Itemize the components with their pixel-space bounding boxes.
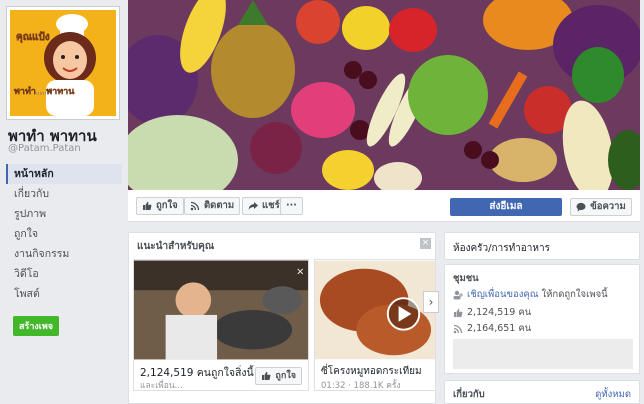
- logo-text-top: คุณแป้ง: [16, 31, 50, 43]
- video-title: ซี่โครงหมูทอดกระเทียม: [321, 366, 422, 377]
- svg-text:×: ×: [296, 266, 304, 277]
- suggested-video-card[interactable]: ซี่โครงหมูทอดกระเทียม 01:32 · 188.1K ครั…: [314, 259, 436, 391]
- page-nav: หน้าหลัก เกี่ยวกับ รูปภาพ ถูกใจ งานกิจกร…: [6, 164, 122, 304]
- nav-item-home[interactable]: หน้าหลัก: [6, 164, 122, 184]
- card-like-label: ถูกใจ: [275, 371, 296, 381]
- total-follows-line: 2,164,651 คน: [453, 321, 531, 336]
- total-likes: 2,124,519 คน: [467, 307, 532, 318]
- about-box: เกี่ยวกับ ดูทั้งหมด: [444, 380, 640, 404]
- see-all-link[interactable]: ดูทั้งหมด: [595, 387, 631, 402]
- chef-illustration: คุณแป้ง พาทำ...พาทาน: [10, 10, 116, 116]
- pork-ribs-photo: [315, 260, 435, 360]
- logo-text-bottom: พาทำ...พาทาน: [14, 86, 75, 97]
- share-label: แชร์: [262, 200, 280, 211]
- thumbs-up-icon: [142, 201, 152, 211]
- vegetables-image: [128, 0, 640, 190]
- thumbs-up-icon: [453, 308, 463, 318]
- share-arrow-icon: [248, 201, 258, 211]
- page-action-bar: ถูกใจ ติดตาม แชร์ ··· ส่งอีเมล ข้อความ: [128, 190, 640, 222]
- blurred-friends-avatars: [453, 339, 633, 369]
- next-arrow-icon[interactable]: ›: [423, 291, 439, 313]
- follow-label: ติดตาม: [204, 200, 235, 211]
- profile-logo: คุณแป้ง พาทำ...พาทาน: [10, 10, 116, 116]
- page-handle[interactable]: @Patam.Patan: [8, 143, 81, 154]
- close-icon[interactable]: ×: [420, 238, 431, 249]
- card-friends-text: และเพื่อน...: [140, 381, 183, 391]
- thumbs-up-icon: [261, 371, 271, 381]
- cooking-photo: ×: [134, 260, 308, 360]
- community-box: ชุมชน เชิญเพื่อนของคุณ ให้กดถูกใจเพจนี้ …: [444, 264, 640, 374]
- more-options-button[interactable]: ···: [280, 197, 303, 215]
- suggested-for-you-panel: แนะนำสำหรับคุณ × × 2,124,519 คนถูกใจสิ่ง…: [128, 232, 439, 404]
- message-bubble-icon: [576, 202, 586, 212]
- nav-item-posts[interactable]: โพสต์: [6, 284, 122, 304]
- suggested-title: แนะนำสำหรับคุณ: [137, 241, 215, 252]
- rss-icon: [190, 201, 200, 211]
- like-page-button[interactable]: ถูกใจ: [136, 197, 184, 215]
- cover-photo[interactable]: [128, 0, 640, 190]
- rss-icon: [453, 324, 463, 334]
- card-like-button[interactable]: ถูกใจ: [255, 367, 302, 385]
- create-page-button[interactable]: สร้างเพจ: [13, 316, 60, 336]
- total-follows: 2,164,651 คน: [467, 323, 532, 334]
- nav-item-about[interactable]: เกี่ยวกับ: [6, 184, 122, 204]
- community-label: ชุมชน: [453, 273, 479, 284]
- nav-item-videos[interactable]: วิดีโอ: [6, 264, 122, 284]
- nav-item-events[interactable]: งานกิจกรรม: [6, 244, 122, 264]
- nav-item-photos[interactable]: รูปภาพ: [6, 204, 122, 224]
- page-category-box: ห้องครัว/การทำอาหาร: [444, 232, 640, 260]
- suggested-card[interactable]: × 2,124,519 คนถูกใจสิ่งนี้ และเพื่อน... …: [133, 259, 309, 391]
- follow-page-button[interactable]: ติดตาม: [184, 197, 241, 215]
- nav-item-likes[interactable]: ถูกใจ: [6, 224, 122, 244]
- message-label: ข้อความ: [590, 201, 626, 212]
- profile-picture[interactable]: คุณแป้ง พาทำ...พาทาน: [6, 6, 120, 120]
- about-heading: เกี่ยวกับ: [453, 389, 485, 400]
- page-category[interactable]: ห้องครัว/การทำอาหาร: [453, 241, 550, 256]
- invite-rest-text: ให้กดถูกใจเพจนี้: [538, 289, 608, 300]
- send-email-button[interactable]: ส่งอีเมล: [450, 198, 562, 216]
- invite-friends-link[interactable]: เชิญเพื่อนของคุณ: [467, 289, 539, 300]
- invite-icon: [453, 290, 463, 300]
- invite-line: เชิญเพื่อนของคุณ ให้กดถูกใจเพจนี้: [453, 287, 608, 302]
- total-likes-line: 2,124,519 คน: [453, 305, 531, 320]
- like-label: ถูกใจ: [156, 200, 178, 211]
- video-meta: 01:32 · 188.1K ครั้ง: [321, 381, 401, 391]
- message-button[interactable]: ข้อความ: [570, 198, 632, 216]
